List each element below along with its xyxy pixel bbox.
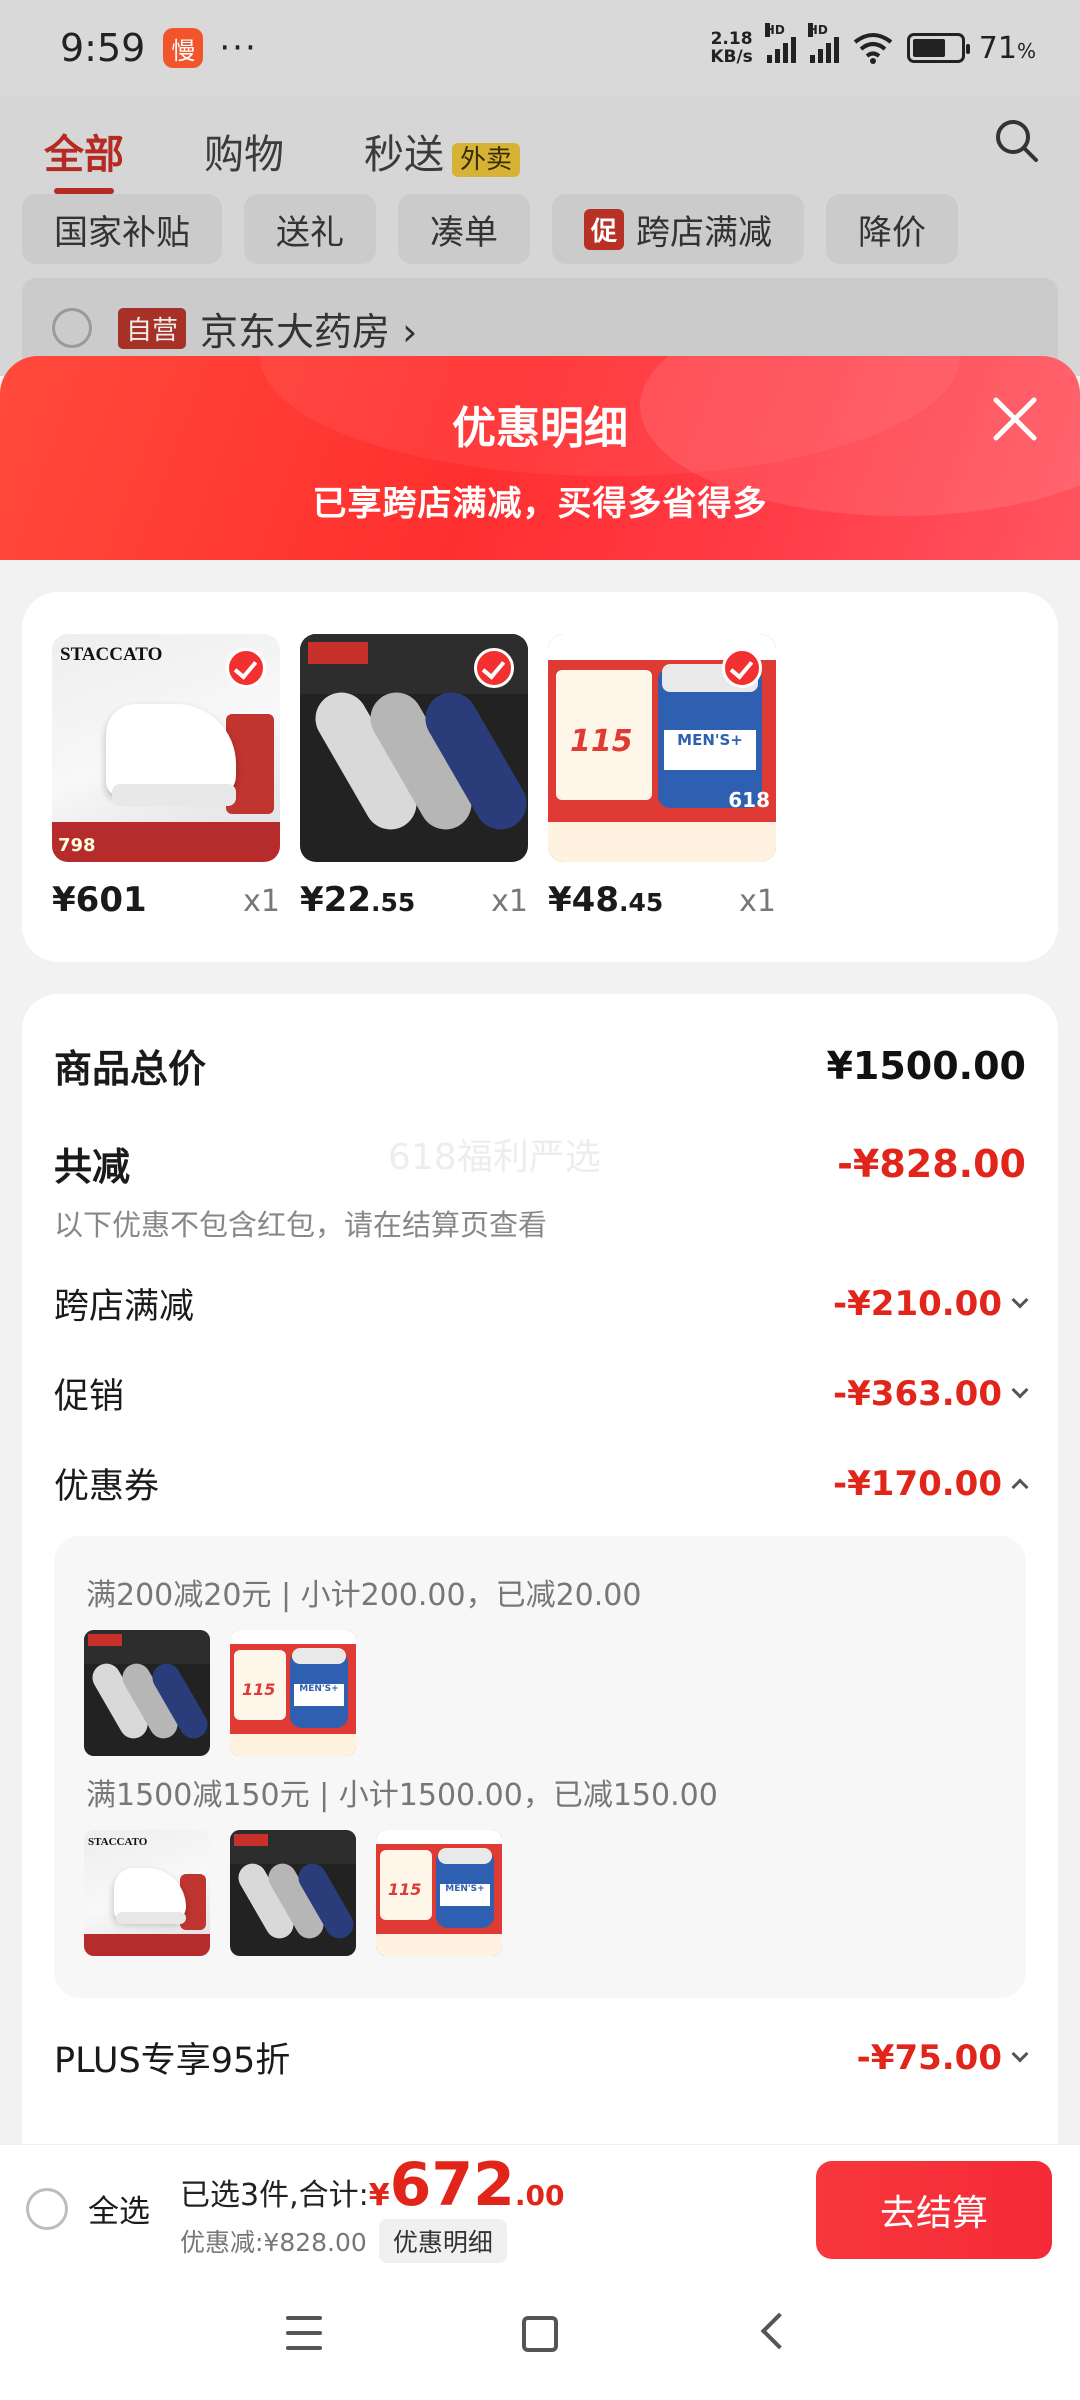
mini-thumb-shoe: STACCATO <box>84 1830 210 1956</box>
mini-thumb-vitamin: 115 MEN'S+ <box>230 1630 356 1756</box>
product-item[interactable]: STACCATO 798 ¥601 x1 <box>52 634 280 920</box>
cart-page-background: 全部 购物 秒送 外卖 国家补贴 送礼 凑单 促跨店满减 降价 自营 京东大药房 … <box>0 96 1080 378</box>
sheet-subtitle: 已享跨店满减，买得多省得多 <box>312 484 768 524</box>
total-reduction-value: -¥828.00 <box>837 1141 1026 1186</box>
coupon-detail-box: 满200减20元 | 小计200.00，已减20.00 115 MEN'S+ 满1… <box>54 1536 1026 1998</box>
coupon-line-1: 满200减20元 | 小计200.00，已减20.00 <box>86 1578 642 1613</box>
home-icon[interactable] <box>522 2316 558 2352</box>
wifi-icon <box>853 33 893 64</box>
tab-shopping[interactable]: 购物 <box>204 122 284 180</box>
mini-thumb-underwear <box>230 1830 356 1956</box>
plus-discount-row[interactable]: PLUS专享95折 -¥75.00 <box>54 2032 1029 2083</box>
chevron-down-icon <box>1011 2045 1029 2062</box>
app-notification-icon: 慢 <box>163 28 204 68</box>
chip-gift[interactable]: 送礼 <box>244 194 376 264</box>
checkout-button[interactable]: 去结算 <box>816 2161 1052 2259</box>
sheet-header: 优惠明细 已享跨店满减，买得多省得多 <box>0 356 1080 560</box>
selected-products-card: STACCATO 798 ¥601 x1 ¥22.55 x1 115 MEN'S… <box>22 592 1058 962</box>
chip-cross-store-discount[interactable]: 促跨店满减 <box>552 194 805 264</box>
product-thumb-underwear[interactable] <box>300 634 528 862</box>
total-reduction-row: 共减 -¥828.00 <box>54 1136 1026 1191</box>
menu-icon[interactable] <box>286 2316 322 2350</box>
more-notifications-icon: ··· <box>219 28 258 68</box>
system-nav-bar <box>0 2272 1080 2400</box>
total-price-label: 商品总价 <box>54 1047 207 1091</box>
filter-chips: 国家补贴 送礼 凑单 促跨店满减 降价 <box>22 194 959 264</box>
cross-store-discount-value: -¥210.00 <box>833 1283 1002 1324</box>
total-reduction-label: 共减 <box>54 1145 131 1189</box>
chevron-down-icon <box>1011 1381 1029 1398</box>
product-thumb-shoe[interactable]: STACCATO 798 <box>52 634 280 862</box>
coupon-row[interactable]: 优惠券 -¥170.00 <box>54 1458 1029 1509</box>
discount-detail-sheet: 优惠明细 已享跨店满减，买得多省得多 STACCATO 798 ¥601 x1 <box>0 356 1080 2144</box>
product-price: ¥601 <box>52 880 147 920</box>
product-price: ¥48.45 <box>548 880 664 920</box>
back-icon[interactable] <box>760 2312 798 2350</box>
discount-amount: 优惠减:¥828.00 <box>180 2227 367 2257</box>
total-price-row: 商品总价 ¥1500.00 <box>54 1038 1026 1093</box>
checked-icon <box>474 648 514 688</box>
promotion-value: -¥363.00 <box>833 1373 1002 1414</box>
checked-icon <box>722 648 762 688</box>
coupon-products-1: 115 MEN'S+ <box>84 1630 356 1756</box>
mini-thumb-vitamin: 115 MEN'S+ <box>376 1830 502 1956</box>
product-qty: x1 <box>491 884 528 919</box>
store-select-radio[interactable] <box>52 308 92 348</box>
battery-percent: 71% <box>978 30 1036 66</box>
coupon-value: -¥170.00 <box>833 1463 1002 1504</box>
promotion-row[interactable]: 促销 -¥363.00 <box>54 1368 1029 1419</box>
sheet-title: 优惠明细 <box>452 403 628 454</box>
brand-text: STACCATO <box>60 644 163 665</box>
network-speed: 2.18 KB/s <box>710 29 753 67</box>
promo-badge: 促 <box>584 208 625 250</box>
coupon-line-2: 满1500减150元 | 小计1500.00，已减150.00 <box>86 1778 718 1813</box>
discount-detail-button[interactable]: 优惠明细 <box>378 2218 507 2263</box>
status-bar: 9:59 慢 ··· 2.18 KB/s HD HD 71% <box>0 0 1080 96</box>
chip-price-drop[interactable]: 降价 <box>826 194 959 264</box>
reduction-note: 以下优惠不包含红包，请在结算页查看 <box>54 1208 548 1242</box>
tab-all[interactable]: 全部 <box>44 122 124 194</box>
cellular-signal-2-icon: HD <box>807 23 839 63</box>
takeout-badge: 外卖 <box>452 142 521 177</box>
product-item[interactable]: ¥22.55 x1 <box>300 634 528 920</box>
order-summary: 已选3件,合计: ¥ 672 .00 优惠减:¥828.00 优惠明细 <box>180 2155 564 2263</box>
product-qty: x1 <box>739 884 776 919</box>
battery-icon <box>906 33 970 63</box>
close-icon[interactable] <box>990 394 1040 444</box>
product-thumb-vitamin[interactable]: 115 MEN'S+ 618 <box>548 634 776 862</box>
mini-thumb-underwear <box>84 1630 210 1756</box>
product-qty: x1 <box>243 884 280 919</box>
checked-icon <box>226 648 266 688</box>
price-tag: 798 <box>58 835 96 856</box>
select-all-label[interactable]: 全选 <box>88 2186 150 2231</box>
checkout-bar: 全选 已选3件,合计: ¥ 672 .00 优惠减:¥828.00 优惠明细 去… <box>0 2144 1080 2272</box>
summary-label: 已选3件,合计: <box>180 2177 369 2213</box>
cellular-signal-icon: HD <box>764 23 796 63</box>
price-details-card: 商品总价 ¥1500.00 618福利严选 共减 -¥828.00 以下优惠不包… <box>22 994 1058 2144</box>
chip-add-on[interactable]: 凑单 <box>398 194 530 264</box>
tab-instant-delivery[interactable]: 秒送 外卖 <box>364 122 521 180</box>
chevron-up-icon <box>1011 1478 1029 1495</box>
chevron-down-icon <box>1011 1291 1029 1308</box>
chip-national-subsidy[interactable]: 国家补贴 <box>22 194 222 264</box>
search-icon[interactable] <box>992 116 1040 164</box>
coupon-products-2: STACCATO 115 MEN'S+ <box>84 1830 502 1956</box>
product-price: ¥22.55 <box>300 880 416 920</box>
select-all-radio[interactable] <box>26 2187 68 2230</box>
product-item[interactable]: 115 MEN'S+ 618 ¥48.45 x1 <box>548 634 776 920</box>
total-amount: 672 <box>389 2149 515 2220</box>
cart-tabs: 全部 购物 秒送 外卖 <box>44 106 600 196</box>
cross-store-discount-row[interactable]: 跨店满减 -¥210.00 <box>54 1278 1029 1329</box>
store-name[interactable]: 京东大药房 › <box>200 301 417 356</box>
total-price-value: ¥1500.00 <box>826 1043 1026 1088</box>
self-operated-badge: 自营 <box>118 307 187 349</box>
clock: 9:59 <box>60 26 146 70</box>
plus-discount-value: -¥75.00 <box>856 2037 1002 2078</box>
